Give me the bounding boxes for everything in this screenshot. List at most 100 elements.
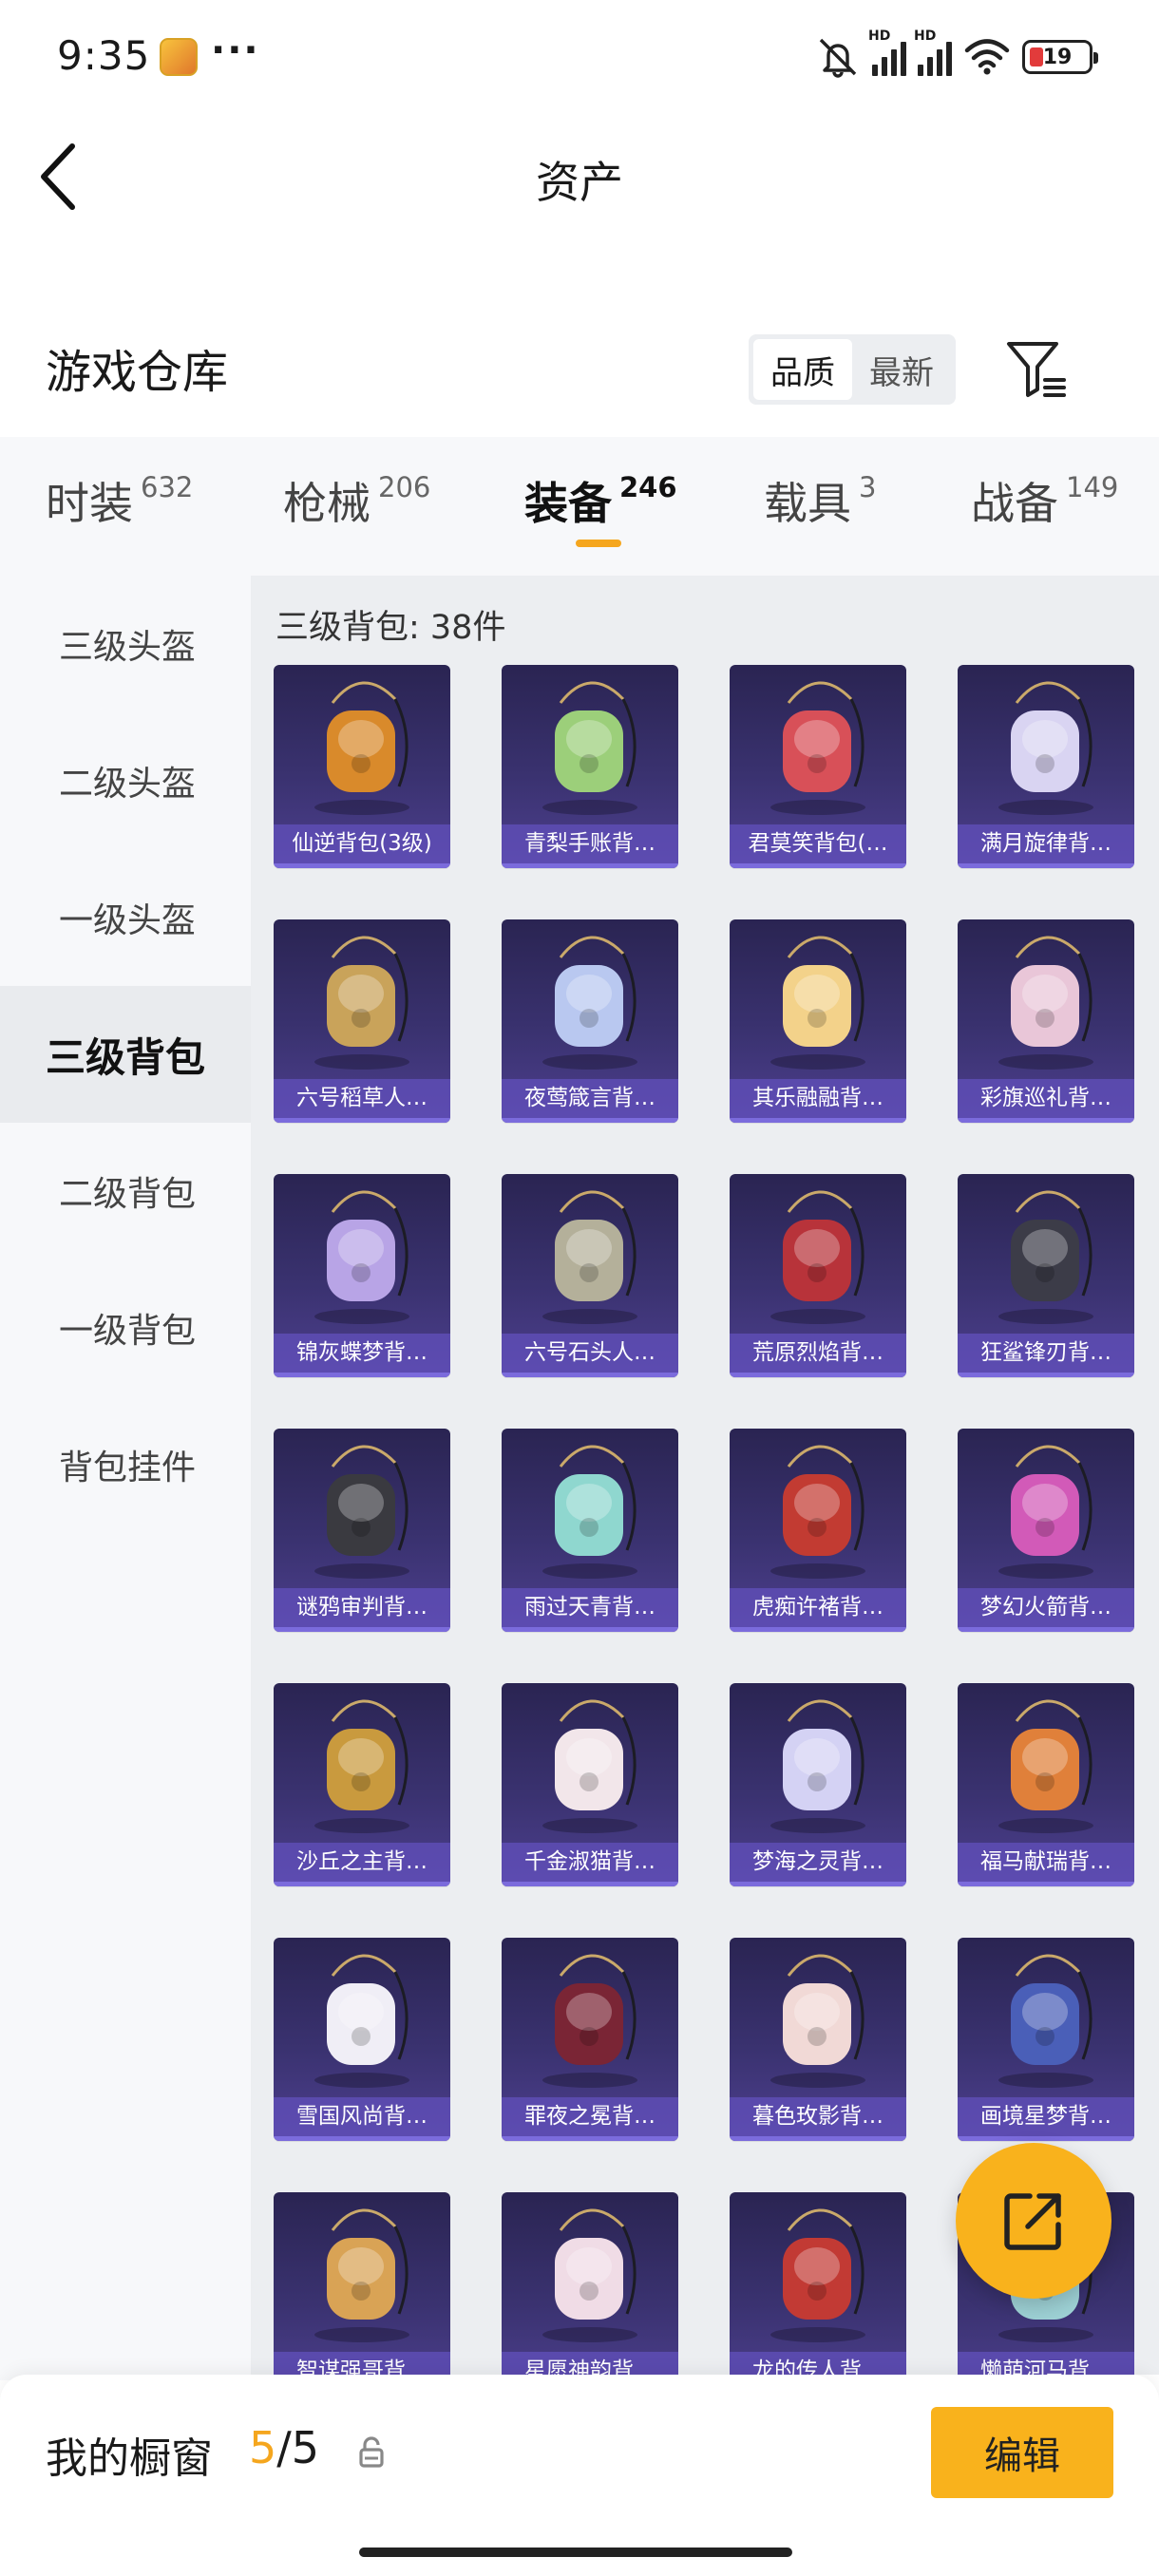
tab-fashion[interactable]: 时装 632 [46, 469, 193, 532]
tab-equipment[interactable]: 装备 246 [524, 469, 677, 532]
backpack-item-card[interactable]: 夜莺箴言背… [502, 919, 678, 1123]
backpack-item-card[interactable]: 千金淑猫背… [502, 1683, 678, 1886]
filter-icon [1007, 342, 1066, 397]
share-fab[interactable] [956, 2143, 1112, 2299]
sidebar-item-backpack-lv1[interactable]: 一级背包 [0, 1260, 251, 1396]
backpack-item-card[interactable]: 暮色玫影背… [730, 1938, 906, 2141]
home-indicator[interactable] [359, 2548, 792, 2557]
item-name: 沙丘之主背… [274, 1843, 450, 1882]
tab-label: 时装 [46, 478, 133, 529]
app-notification-icon [160, 38, 198, 76]
backpack-image [542, 936, 637, 1070]
sidebar-item-helmet-lv3[interactable]: 三级头盔 [0, 576, 251, 712]
backpack-item-card[interactable]: 画境星梦背… [958, 1938, 1134, 2141]
backpack-item-card[interactable]: 虎痴许褚背… [730, 1429, 906, 1632]
backpack-item-card[interactable]: 星愿神韵背… [502, 2192, 678, 2375]
item-name: 满月旋律背… [958, 824, 1134, 863]
backpack-image [998, 681, 1093, 815]
item-name: 星愿神韵背… [502, 2352, 678, 2375]
item-name: 龙的传人背… [730, 2352, 906, 2375]
sidebar-item-helmet-lv1[interactable]: 一级头盔 [0, 849, 251, 986]
item-name: 其乐融融背… [730, 1079, 906, 1118]
item-name: 六号稻草人… [274, 1079, 450, 1118]
tab-firearms[interactable]: 枪械 206 [283, 469, 430, 532]
tab-combat-gear[interactable]: 战备 149 [971, 469, 1118, 532]
item-name: 懒萌河马背… [958, 2352, 1134, 2375]
sidebar-item-backpack-lv2[interactable]: 二级背包 [0, 1123, 251, 1260]
signal-icon-2: HD [914, 28, 952, 76]
backpack-item-card[interactable]: 青梨手账背… [502, 665, 678, 868]
backpack-item-card[interactable]: 雪国风尚背… [274, 1938, 450, 2141]
backpack-item-card[interactable]: 君莫笑背包(… [730, 665, 906, 868]
backpack-item-card[interactable]: 龙的传人背… [730, 2192, 906, 2375]
tab-vehicles[interactable]: 载具 3 [764, 469, 876, 532]
backpack-item-card[interactable]: 沙丘之主背… [274, 1683, 450, 1886]
backpack-item-card[interactable]: 仙逆背包(3级) [274, 665, 450, 868]
item-name: 暮色玫影背… [730, 2097, 906, 2136]
item-name: 千金淑猫背… [502, 1843, 678, 1882]
backpack-item-card[interactable]: 罪夜之冕背… [502, 1938, 678, 2141]
sort-by-quality[interactable]: 品质 [753, 339, 852, 400]
item-name: 锦灰蝶梦背… [274, 1334, 450, 1373]
item-name: 仙逆背包(3级) [274, 824, 450, 863]
filter-button[interactable] [1003, 338, 1070, 401]
item-name: 雨过天青背… [502, 1588, 678, 1627]
status-bar: 9:35 ··· HD HD 19 [0, 0, 1159, 114]
sidebar-item-backpack-lv3[interactable]: 三级背包 [0, 986, 251, 1123]
backpack-item-card[interactable]: 智谋强哥背… [274, 2192, 450, 2375]
backpack-image [542, 1954, 637, 2088]
item-name: 福马献瑞背… [958, 1843, 1134, 1882]
backpack-item-card[interactable]: 梦海之灵背… [730, 1683, 906, 1886]
backpack-item-card[interactable]: 梦幻火箭背… [958, 1429, 1134, 1632]
edit-button[interactable]: 编辑 [931, 2407, 1113, 2498]
tab-count: 3 [859, 471, 877, 503]
backpack-item-card[interactable]: 狂鲨锋刃背… [958, 1174, 1134, 1377]
backpack-image [314, 936, 409, 1070]
item-name: 雪国风尚背… [274, 2097, 450, 2136]
backpack-item-card[interactable]: 福马献瑞背… [958, 1683, 1134, 1886]
hd-badge: HD [868, 28, 891, 44]
sort-toggle: 品质 最新 [749, 334, 956, 405]
backpack-item-card[interactable]: 满月旋律背… [958, 665, 1134, 868]
item-name: 智谋强哥背… [274, 2352, 450, 2375]
backpack-item-card[interactable]: 六号石头人… [502, 1174, 678, 1377]
backpack-item-card[interactable]: 彩旗巡礼背… [958, 919, 1134, 1123]
showcase-count: 5/5 [249, 2422, 319, 2473]
section-label: 三级背包: 38件 [276, 609, 506, 647]
share-external-icon [1004, 2193, 1061, 2250]
backpack-image [770, 1954, 865, 2088]
category-tabs: 时装 632 枪械 206 装备 246 载具 3 战备 149 [0, 437, 1159, 576]
backpack-item-card[interactable]: 雨过天青背… [502, 1429, 678, 1632]
backpack-image [542, 1699, 637, 1833]
backpack-image [314, 1699, 409, 1833]
lock-icon [359, 2436, 384, 2468]
tab-label: 枪械 [283, 478, 370, 529]
tab-count: 149 [1066, 471, 1119, 503]
tab-label: 装备 [524, 478, 612, 529]
item-name: 狂鲨锋刃背… [958, 1334, 1134, 1373]
backpack-item-card[interactable]: 六号稻草人… [274, 919, 450, 1123]
backpack-item-card[interactable]: 锦灰蝶梦背… [274, 1174, 450, 1377]
backpack-item-card[interactable]: 谜鸦审判背… [274, 1429, 450, 1632]
hd-badge: HD [914, 28, 937, 44]
item-name: 荒原烈焰背… [730, 1334, 906, 1373]
item-name: 罪夜之冕背… [502, 2097, 678, 2136]
sidebar-item-helmet-lv2[interactable]: 二级头盔 [0, 712, 251, 849]
backpack-image [314, 681, 409, 815]
showcase-label: 我的橱窗 [46, 2434, 213, 2483]
tab-count: 632 [141, 471, 194, 503]
subcategory-sidebar: 三级头盔 二级头盔 一级头盔 三级背包 二级背包 一级背包 背包挂件 [0, 576, 251, 2380]
backpack-item-card[interactable]: 荒原烈焰背… [730, 1174, 906, 1377]
sidebar-item-backpack-charm[interactable]: 背包挂件 [0, 1396, 251, 1533]
backpack-image [770, 1190, 865, 1324]
sort-by-newest[interactable]: 最新 [852, 339, 951, 400]
page-title: 资产 [536, 157, 623, 208]
item-name: 夜莺箴言背… [502, 1079, 678, 1118]
backpack-item-card[interactable]: 其乐融融背… [730, 919, 906, 1123]
backpack-image [770, 1699, 865, 1833]
backpack-image [998, 1445, 1093, 1579]
backpack-image [314, 1445, 409, 1579]
item-name: 君莫笑背包(… [730, 824, 906, 863]
backpack-image [770, 1445, 865, 1579]
backpack-image [998, 936, 1093, 1070]
